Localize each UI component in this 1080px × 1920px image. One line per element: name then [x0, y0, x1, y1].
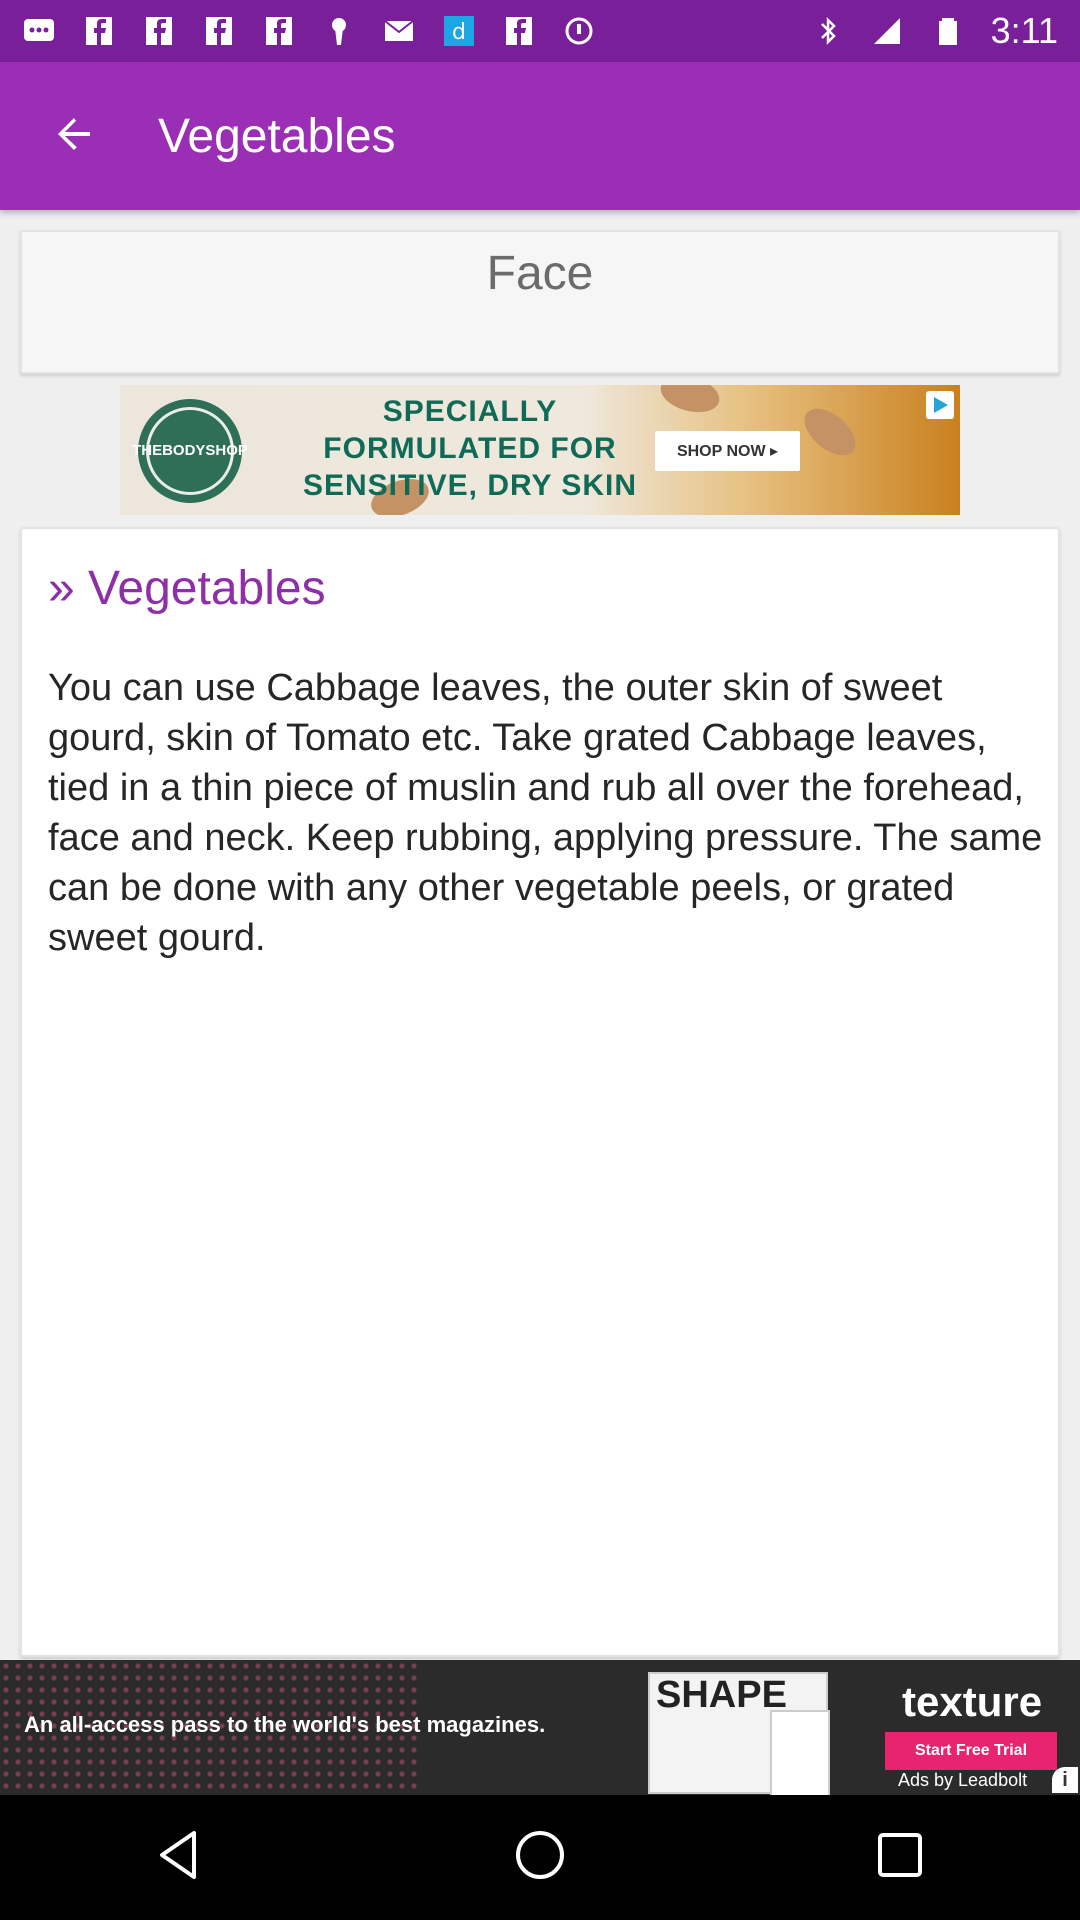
article-card: » Vegetables You can use Cabbage leaves,… [20, 527, 1060, 1657]
top-ad-banner[interactable]: THE BODY SHOP SPECIALLY FORMULATED FOR S… [120, 385, 960, 515]
keyhole-icon [322, 16, 356, 46]
category-title: Face [486, 247, 594, 300]
start-free-trial-button[interactable]: Start Free Trial [885, 1732, 1057, 1770]
status-bar: d 3:11 [0, 0, 1080, 62]
dailyhunt-icon: d [442, 16, 476, 46]
bluetooth-icon [811, 16, 845, 46]
email-icon [382, 16, 416, 46]
triangle-back-icon [150, 1825, 210, 1890]
shop-now-button[interactable]: SHOP NOW ▸ [655, 431, 800, 471]
bottom-ad-banner[interactable]: An all-access pass to the world's best m… [0, 1660, 1080, 1795]
clock: 3:11 [990, 10, 1058, 51]
page-title: Vegetables [158, 109, 396, 163]
almond-image [796, 399, 864, 465]
phone-image [770, 1710, 830, 1795]
facebook-icon [502, 16, 536, 46]
square-recents-icon [870, 1825, 930, 1890]
article-title: » Vegetables [48, 562, 326, 615]
article-body: You can use Cabbage leaves, the outer sk… [48, 667, 1043, 959]
battery-icon [931, 16, 965, 46]
notification-icons: d [22, 16, 596, 46]
system-status: 3:11 [811, 0, 1058, 62]
facebook-icon [202, 16, 236, 46]
ad-tagline: An all-access pass to the world's best m… [24, 1712, 546, 1737]
ad-headline: SPECIALLY FORMULATED FOR SENSITIVE, DRY … [302, 395, 638, 502]
navigation-bar [0, 1795, 1080, 1920]
recents-nav-button[interactable] [840, 1798, 960, 1918]
app-bar: Vegetables [0, 62, 1080, 210]
facebook-icon [142, 16, 176, 46]
ad-attribution: Ads by Leadbolt [898, 1770, 1028, 1790]
category-card[interactable]: Face [20, 230, 1060, 374]
back-nav-button[interactable] [120, 1798, 240, 1918]
messaging-icon [22, 16, 56, 46]
arrow-back-icon [50, 110, 98, 163]
facebook-icon [82, 16, 116, 46]
back-button[interactable] [24, 86, 124, 186]
texture-logo: texture [902, 1678, 1043, 1725]
sync-icon [562, 16, 596, 46]
signal-icon [871, 16, 905, 46]
adchoices-icon[interactable] [926, 391, 954, 419]
home-nav-button[interactable] [480, 1798, 600, 1918]
info-icon[interactable]: i [1052, 1767, 1078, 1793]
svg-text:d: d [452, 20, 466, 45]
bodyshop-logo: THE BODY SHOP [132, 399, 248, 503]
facebook-icon [262, 16, 296, 46]
circle-home-icon [510, 1825, 570, 1890]
